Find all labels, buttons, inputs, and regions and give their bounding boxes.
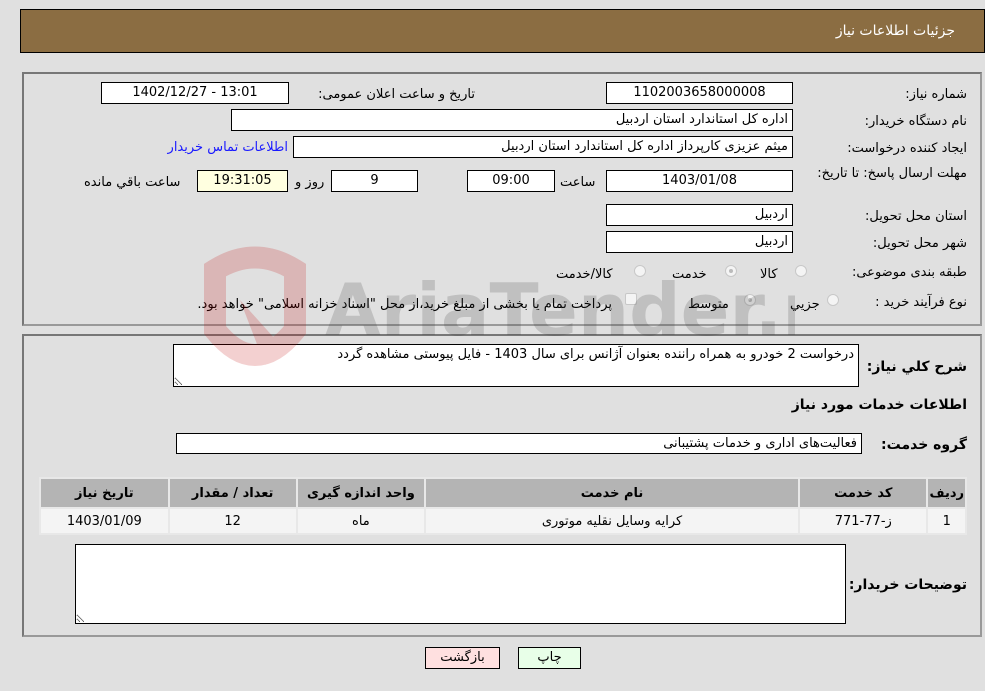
delivery-city-label: شهر محل تحویل: [872, 236, 967, 251]
remaining-time-field[interactable]: 19:31:05 [197, 170, 288, 192]
process-minor-radio[interactable] [827, 294, 839, 306]
services-heading: اطلاعات خدمات مورد نیاز [791, 397, 967, 413]
category-goods-radio[interactable] [795, 265, 807, 277]
table-row: 1 ز-77-771 کرایه وسایل نقلیه موتوری ماه … [39, 507, 967, 535]
deadline-time-field[interactable]: 09:00 [467, 170, 555, 192]
requester-field[interactable]: میثم عزیزی کارپرداز اداره کل استاندارد ا… [293, 136, 793, 158]
treasury-checkbox[interactable] [625, 293, 637, 305]
buyer-org-label: نام دستگاه خریدار: [864, 114, 967, 129]
delivery-province-label: استان محل تحویل: [865, 209, 967, 224]
buyer-notes-textarea[interactable] [75, 544, 846, 624]
remaining-time-label: ساعت باقي مانده [84, 175, 181, 190]
process-medium-label: متوسط [688, 297, 729, 312]
col-unit: واحد اندازه گیری [295, 477, 427, 509]
cell-unit: ماه [295, 507, 427, 535]
cell-quantity: 12 [167, 507, 298, 535]
requester-label: ایجاد کننده درخواست: [847, 141, 967, 156]
category-service-radio[interactable] [725, 265, 737, 277]
table-header-row: ردیف کد خدمت نام خدمت واحد اندازه گیری ت… [39, 477, 967, 509]
treasury-note: پرداخت تمام یا بخشی از مبلغ خرید،از محل … [197, 297, 612, 312]
print-button[interactable]: چاپ [518, 647, 581, 669]
service-group-field[interactable]: فعالیت‌های اداری و خدمات پشتیبانی [176, 433, 862, 454]
col-need-date: تاریخ نیاز [39, 477, 170, 509]
need-number-field[interactable]: 1102003658000008 [606, 82, 793, 104]
category-label: طبقه بندی موضوعی: [851, 265, 967, 280]
col-service-code: کد خدمت [798, 477, 929, 509]
deadline-label: مهلت ارسال پاسخ: تا تاریخ: [817, 166, 967, 181]
purchase-process-label: نوع فرآیند خرید : [875, 295, 967, 310]
col-service-name: نام خدمت [424, 477, 801, 509]
buyer-org-field[interactable]: اداره کل استاندارد استان اردبیل [231, 109, 793, 131]
page-title: جزئیات اطلاعات نیاز [835, 23, 955, 39]
buyer-contact-link[interactable]: اطلاعات تماس خریدار [168, 140, 288, 155]
remaining-days-field[interactable]: 9 [331, 170, 418, 192]
days-label: روز و [295, 175, 325, 190]
delivery-province-field[interactable]: اردبیل [606, 204, 793, 226]
service-group-label: گروه خدمت: [881, 437, 967, 453]
buyer-notes-label: توضیحات خریدار: [848, 577, 967, 593]
deadline-date-field[interactable]: 1403/01/08 [606, 170, 793, 192]
announce-datetime-label: تاریخ و ساعت اعلان عمومی: [318, 87, 475, 102]
cell-need-date: 1403/01/09 [39, 507, 170, 535]
category-goods-service-radio[interactable] [634, 265, 646, 277]
process-minor-label: جزیي [790, 297, 820, 312]
deadline-time-label: ساعت [560, 175, 596, 190]
cell-row-number: 1 [926, 507, 967, 535]
col-quantity: تعداد / مقدار [167, 477, 298, 509]
cell-service-name: کرایه وسایل نقلیه موتوری [424, 507, 801, 535]
description-textarea[interactable] [173, 344, 859, 387]
services-table: ردیف کد خدمت نام خدمت واحد اندازه گیری ت… [39, 477, 967, 535]
description-label: شرح کلي نياز: [866, 359, 967, 375]
delivery-city-field[interactable]: اردبیل [606, 231, 793, 253]
category-goods-label: کالا [760, 267, 778, 282]
process-medium-radio[interactable] [744, 294, 756, 306]
col-row-number: ردیف [926, 477, 967, 509]
category-goods-service-label: کالا/خدمت [556, 267, 613, 282]
need-number-label: شماره نیاز: [905, 87, 967, 102]
back-button[interactable]: بازگشت [425, 647, 500, 669]
cell-service-code: ز-77-771 [798, 507, 929, 535]
announce-datetime-field[interactable]: 1402/12/27 - 13:01 [101, 82, 289, 104]
category-service-label: خدمت [672, 267, 707, 282]
